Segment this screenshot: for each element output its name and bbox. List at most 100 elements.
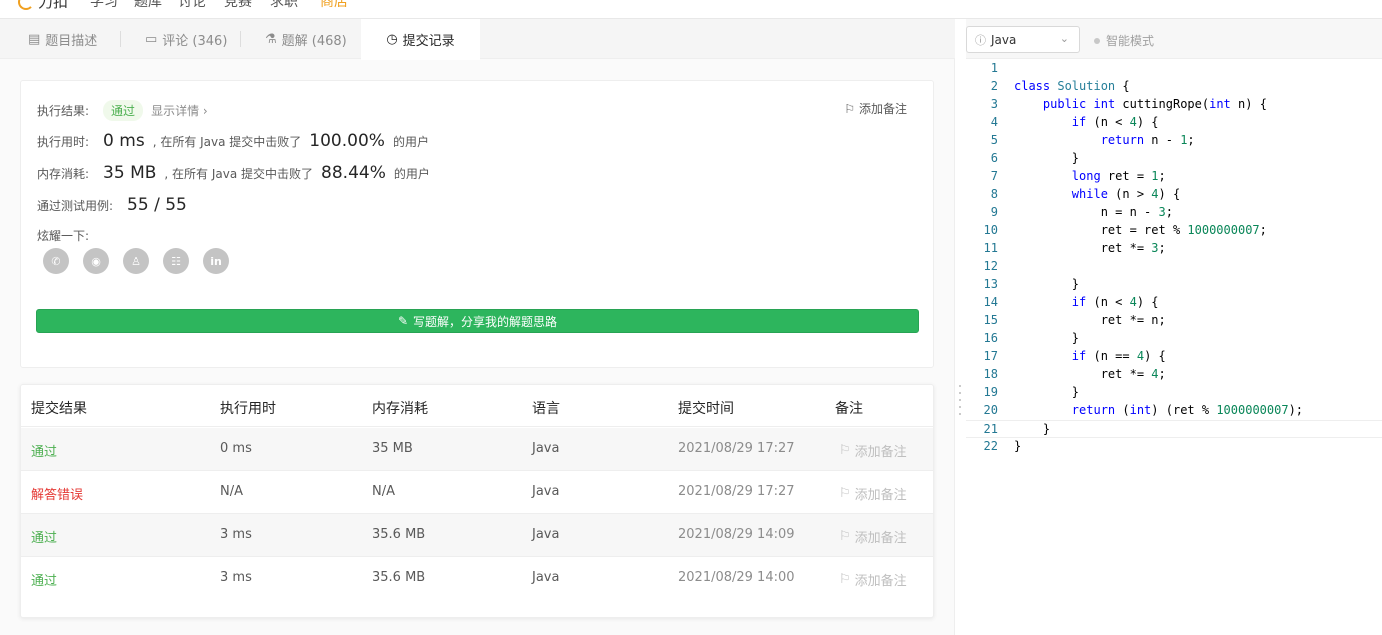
code-line[interactable]: 17 if (n == 4) { [966, 348, 1382, 366]
add-note-button[interactable]: ⚐ 添加备注 [839, 570, 907, 589]
line-number: 20 [983, 403, 998, 417]
code-line[interactable]: 2 class Solution { [966, 78, 1382, 96]
add-note-button[interactable]: ⚐ 添加备注 [839, 441, 907, 460]
code-line[interactable]: 13 } [966, 276, 1382, 294]
submission-status[interactable]: 通过 [31, 441, 57, 460]
tab-comments[interactable]: ▭ 评论 (346) [145, 19, 227, 59]
nav-jobs[interactable]: 求职 [270, 0, 298, 11]
code-panel: ⓘ Java ⌄ 智能模式 1 2 class Solution {3 public… [966, 19, 1382, 635]
runtime-row: 执行用时: 0 ms , 在所有 Java 提交中击败了 100.00% 的用户 [37, 131, 429, 151]
submission-runtime: N/A [220, 484, 243, 499]
table-row[interactable]: 通过 0 ms 35 MB Java 2021/08/29 17:27 ⚐ 添加备… [21, 428, 933, 471]
code-line[interactable]: 12 [966, 258, 1382, 276]
code-line[interactable]: 16 } [966, 330, 1382, 348]
info-icon: ⓘ [975, 33, 986, 47]
code-text: while (n > 4) { [1071, 187, 1181, 201]
tab-submissions[interactable]: ◷ 提交记录 [361, 19, 480, 60]
share-label: 炫耀一下: [37, 229, 90, 243]
submission-language: Java [532, 527, 560, 542]
write-solution-button[interactable]: ✎ 写题解，分享我的解题思路 [36, 309, 919, 333]
code-line[interactable]: 1 [966, 60, 1382, 78]
tab-label: 题目描述 [45, 33, 98, 49]
table-row[interactable]: 解答错误 N/A N/A Java 2021/08/29 17:27 ⚐ 添加备注 [21, 471, 933, 514]
douban-icon[interactable]: ☷ [163, 248, 189, 274]
code-text: ret = ret % 1000000007; [1014, 223, 1267, 237]
table-row[interactable]: 通过 3 ms 35.6 MB Java 2021/08/29 14:00 ⚐ 添… [21, 557, 933, 600]
line-number: 22 [983, 439, 998, 453]
code-text: } [1014, 331, 1080, 345]
column-header-note: 备注 [835, 401, 863, 417]
wechat-icon[interactable]: ✆ [43, 248, 69, 274]
tab-solutions[interactable]: ⚗ 题解 (468) [265, 19, 347, 59]
nav-discuss[interactable]: 讨论 [178, 0, 206, 11]
line-number: 10 [983, 223, 998, 237]
code-line[interactable]: 22} [966, 438, 1382, 456]
left-panel: ▤ 题目描述 ▭ 评论 (346) ⚗ 题解 (468) ◷ 提交记录 执行结果… [0, 19, 955, 635]
qq-icon[interactable]: ♙ [123, 248, 149, 274]
submission-status[interactable]: 解答错误 [31, 484, 83, 503]
comment-icon: ▭ [145, 31, 158, 47]
code-editor[interactable]: 1 2 class Solution {3 public int cuttingRo… [966, 60, 1382, 635]
smart-mode-toggle[interactable]: 智能模式 [1094, 32, 1154, 49]
code-text: public int cuttingRope(int n) { [1042, 97, 1267, 111]
code-text: class Solution { [1014, 79, 1130, 93]
code-line[interactable]: 14 if (n < 4) { [966, 294, 1382, 312]
line-number: 1 [990, 61, 998, 75]
submission-status[interactable]: 通过 [31, 570, 57, 589]
linkedin-icon[interactable]: in [203, 248, 229, 274]
add-note-button[interactable]: ⚐ 添加备注 [839, 527, 907, 546]
flag-icon: ⚐ [839, 486, 851, 501]
submission-status[interactable]: 通过 [31, 527, 57, 546]
code-line[interactable]: 6 } [966, 150, 1382, 168]
tab-description[interactable]: ▤ 题目描述 [28, 19, 97, 59]
language-select[interactable]: ⓘ Java ⌄ [966, 26, 1080, 53]
submission-result-card: 执行结果: 通过 显示详情 › ⚐ 添加备注 执行用时: 0 ms , 在所有 … [20, 80, 934, 368]
code-line[interactable]: 8 while (n > 4) { [966, 186, 1382, 204]
code-line[interactable]: 19 } [966, 384, 1382, 402]
pane-resize-handle[interactable] [956, 385, 964, 435]
code-line[interactable]: 10 ret = ret % 1000000007; [966, 222, 1382, 240]
add-note-label: 添加备注 [858, 102, 907, 116]
line-number: 18 [983, 367, 998, 381]
table-row[interactable]: 通过 3 ms 35.6 MB Java 2021/08/29 14:09 ⚐ 添… [21, 514, 933, 557]
status-badge: 通过 [103, 100, 144, 121]
top-navigation: 力扣 学习 题库 讨论 竞赛 求职 商店 [0, 0, 1382, 19]
add-note-label: 添加备注 [854, 574, 907, 589]
line-number: 4 [990, 115, 998, 129]
problem-tabs: ▤ 题目描述 ▭ 评论 (346) ⚗ 题解 (468) ◷ 提交记录 [0, 19, 955, 60]
smart-mode-label: 智能模式 [1106, 34, 1155, 48]
nav-problems[interactable]: 题库 [134, 0, 162, 11]
write-solution-label: 写题解，分享我的解题思路 [413, 314, 558, 329]
code-line[interactable]: 3 public int cuttingRope(int n) { [966, 96, 1382, 114]
column-header-language: 语言 [532, 401, 560, 417]
code-text: } [1014, 439, 1022, 453]
code-line[interactable]: 4 if (n < 4) { [966, 114, 1382, 132]
flask-icon: ⚗ [265, 31, 277, 47]
submission-runtime: 3 ms [220, 570, 252, 585]
logo[interactable]: 力扣 [18, 0, 68, 12]
code-line[interactable]: 18 ret *= 4; [966, 366, 1382, 384]
code-line[interactable]: 20 return (int) (ret % 1000000007); [966, 402, 1382, 420]
memory-row: 内存消耗: 35 MB , 在所有 Java 提交中击败了 88.44% 的用户 [37, 163, 430, 183]
code-line[interactable]: 21 } [966, 420, 1382, 438]
add-note-label: 添加备注 [854, 488, 907, 503]
code-line[interactable]: 7 long ret = 1; [966, 168, 1382, 186]
add-note-button[interactable]: ⚐ 添加备注 [844, 100, 907, 117]
test-cases-label: 通过测试用例: [37, 199, 114, 213]
submission-runtime: 0 ms [220, 441, 252, 456]
show-details-link[interactable]: 显示详情 › [151, 102, 208, 119]
code-line[interactable]: 11 ret *= 3; [966, 240, 1382, 258]
flag-icon: ⚐ [839, 572, 851, 587]
weibo-icon[interactable]: ◉ [83, 248, 109, 274]
editor-toolbar: ⓘ Java ⌄ 智能模式 [966, 19, 1382, 59]
submission-memory: N/A [372, 484, 395, 499]
submission-time: 2021/08/29 17:27 [678, 484, 795, 499]
code-line[interactable]: 5 return n - 1; [966, 132, 1382, 150]
code-line[interactable]: 15 ret *= n; [966, 312, 1382, 330]
nav-store[interactable]: 商店 [320, 0, 348, 11]
nav-learn[interactable]: 学习 [90, 0, 118, 11]
nav-contest[interactable]: 竞赛 [224, 0, 252, 11]
add-note-button[interactable]: ⚐ 添加备注 [839, 484, 907, 503]
code-line[interactable]: 9 n = n - 3; [966, 204, 1382, 222]
line-number: 16 [983, 331, 998, 345]
